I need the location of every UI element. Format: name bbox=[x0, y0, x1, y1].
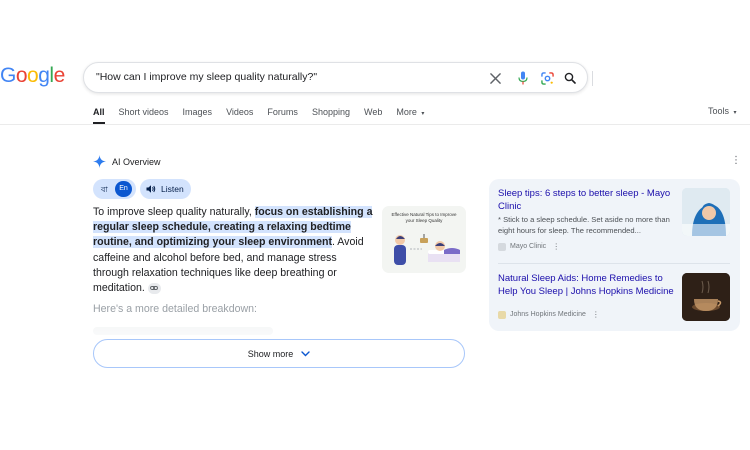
person-sleeping-image bbox=[682, 188, 730, 236]
source-image[interactable] bbox=[682, 188, 730, 236]
listen-button[interactable]: Listen bbox=[140, 179, 191, 199]
ai-overview-header: AI Overview bbox=[93, 155, 161, 168]
sleep-illustration bbox=[394, 234, 460, 265]
microphone-icon[interactable] bbox=[514, 69, 532, 87]
source-site[interactable]: Mayo Clinic ⋮ bbox=[498, 242, 560, 251]
logo-letter: g bbox=[38, 64, 50, 87]
logo-letter: o bbox=[15, 64, 28, 87]
tab-videos[interactable]: Videos bbox=[226, 106, 253, 124]
source-site-name: Johns Hopkins Medicine bbox=[510, 311, 586, 318]
logo-letter: G bbox=[0, 64, 16, 87]
caret-down-icon: ▾ bbox=[421, 111, 425, 117]
show-more-label: Show more bbox=[247, 348, 294, 359]
google-logo[interactable]: Google bbox=[0, 64, 65, 88]
source-site-name: Mayo Clinic bbox=[510, 243, 547, 250]
lens-icon[interactable] bbox=[538, 69, 556, 87]
search-bar[interactable]: "How can I improve my sleep quality natu… bbox=[83, 62, 593, 93]
ai-overview-text: To improve sleep quality naturally, focu… bbox=[93, 205, 373, 296]
sources-panel: Sleep tips: 6 steps to better sleep - Ma… bbox=[489, 179, 740, 331]
show-more-button[interactable]: Show more bbox=[93, 339, 465, 368]
listen-label: Listen bbox=[161, 184, 184, 194]
sparkle-icon bbox=[93, 155, 106, 168]
caret-down-icon: ▾ bbox=[733, 110, 737, 116]
lang-english-option[interactable]: En bbox=[115, 181, 132, 197]
source-snippet: * Stick to a sleep schedule. Set aside n… bbox=[498, 215, 670, 235]
tab-web[interactable]: Web bbox=[364, 106, 382, 124]
tab-shopping[interactable]: Shopping bbox=[312, 106, 350, 124]
source-title[interactable]: Natural Sleep Aids: Home Remedies to Hel… bbox=[498, 273, 678, 298]
more-options-icon[interactable]: ⋮ bbox=[731, 156, 741, 166]
tab-all[interactable]: All bbox=[93, 106, 105, 124]
source-site[interactable]: Johns Hopkins Medicine ⋮ bbox=[498, 310, 600, 319]
clear-icon[interactable] bbox=[486, 69, 504, 87]
speaker-icon bbox=[146, 184, 156, 194]
tools-label: Tools bbox=[708, 106, 730, 116]
more-options-icon[interactable]: ⋮ bbox=[592, 310, 600, 319]
logo-letter: e bbox=[53, 64, 66, 87]
tab-forums[interactable]: Forums bbox=[267, 106, 298, 124]
search-input[interactable]: "How can I improve my sleep quality natu… bbox=[96, 71, 317, 83]
johns-hopkins-favicon-icon bbox=[498, 310, 506, 319]
more-options-icon[interactable]: ⋮ bbox=[552, 242, 560, 251]
language-toggle[interactable]: বা En bbox=[93, 179, 136, 199]
tabs-divider bbox=[0, 124, 750, 125]
mayo-clinic-favicon-icon bbox=[498, 242, 506, 251]
tab-short-videos[interactable]: Short videos bbox=[119, 106, 169, 124]
search-icon[interactable] bbox=[561, 69, 579, 87]
tab-images[interactable]: Images bbox=[183, 106, 213, 124]
tab-more[interactable]: More ▾ bbox=[396, 106, 424, 124]
logo-letter: o bbox=[27, 64, 39, 87]
source-title[interactable]: Sleep tips: 6 steps to better sleep - Ma… bbox=[498, 188, 678, 213]
overview-thumbnail[interactable]: Effective Natural Tips to Improve your S… bbox=[382, 206, 466, 273]
source-image[interactable] bbox=[682, 273, 730, 321]
tab-more-label: More bbox=[396, 107, 417, 117]
overview-text-start: To improve sleep quality naturally, bbox=[93, 206, 255, 218]
sources-divider bbox=[498, 263, 730, 264]
search-tabs: All Short videos Images Videos Forums Sh… bbox=[93, 106, 438, 124]
ai-overview-title: AI Overview bbox=[112, 156, 161, 167]
lang-bengali-option[interactable]: বা bbox=[101, 184, 108, 197]
link-icon[interactable] bbox=[147, 282, 161, 294]
search-divider bbox=[592, 71, 593, 86]
tools-button[interactable]: Tools ▾ bbox=[708, 106, 737, 116]
chevron-down-icon bbox=[301, 350, 310, 357]
tea-cup-image bbox=[682, 273, 730, 321]
